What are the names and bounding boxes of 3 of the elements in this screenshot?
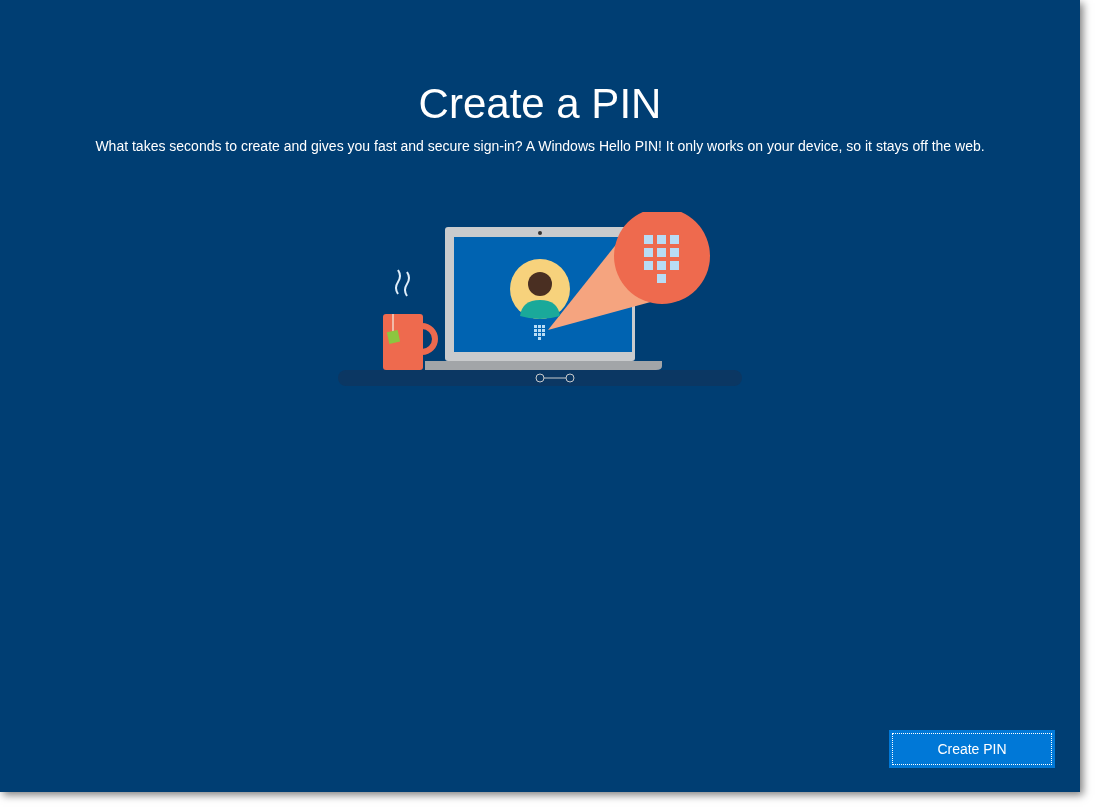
page-title: Create a PIN: [418, 79, 662, 129]
create-pin-button[interactable]: Create PIN: [889, 730, 1055, 768]
description-text: What takes seconds to create and gives you fast and secure sign-in? A Windows Hello PIN! It only works on your device, so it stays off the web.: [94, 137, 986, 156]
